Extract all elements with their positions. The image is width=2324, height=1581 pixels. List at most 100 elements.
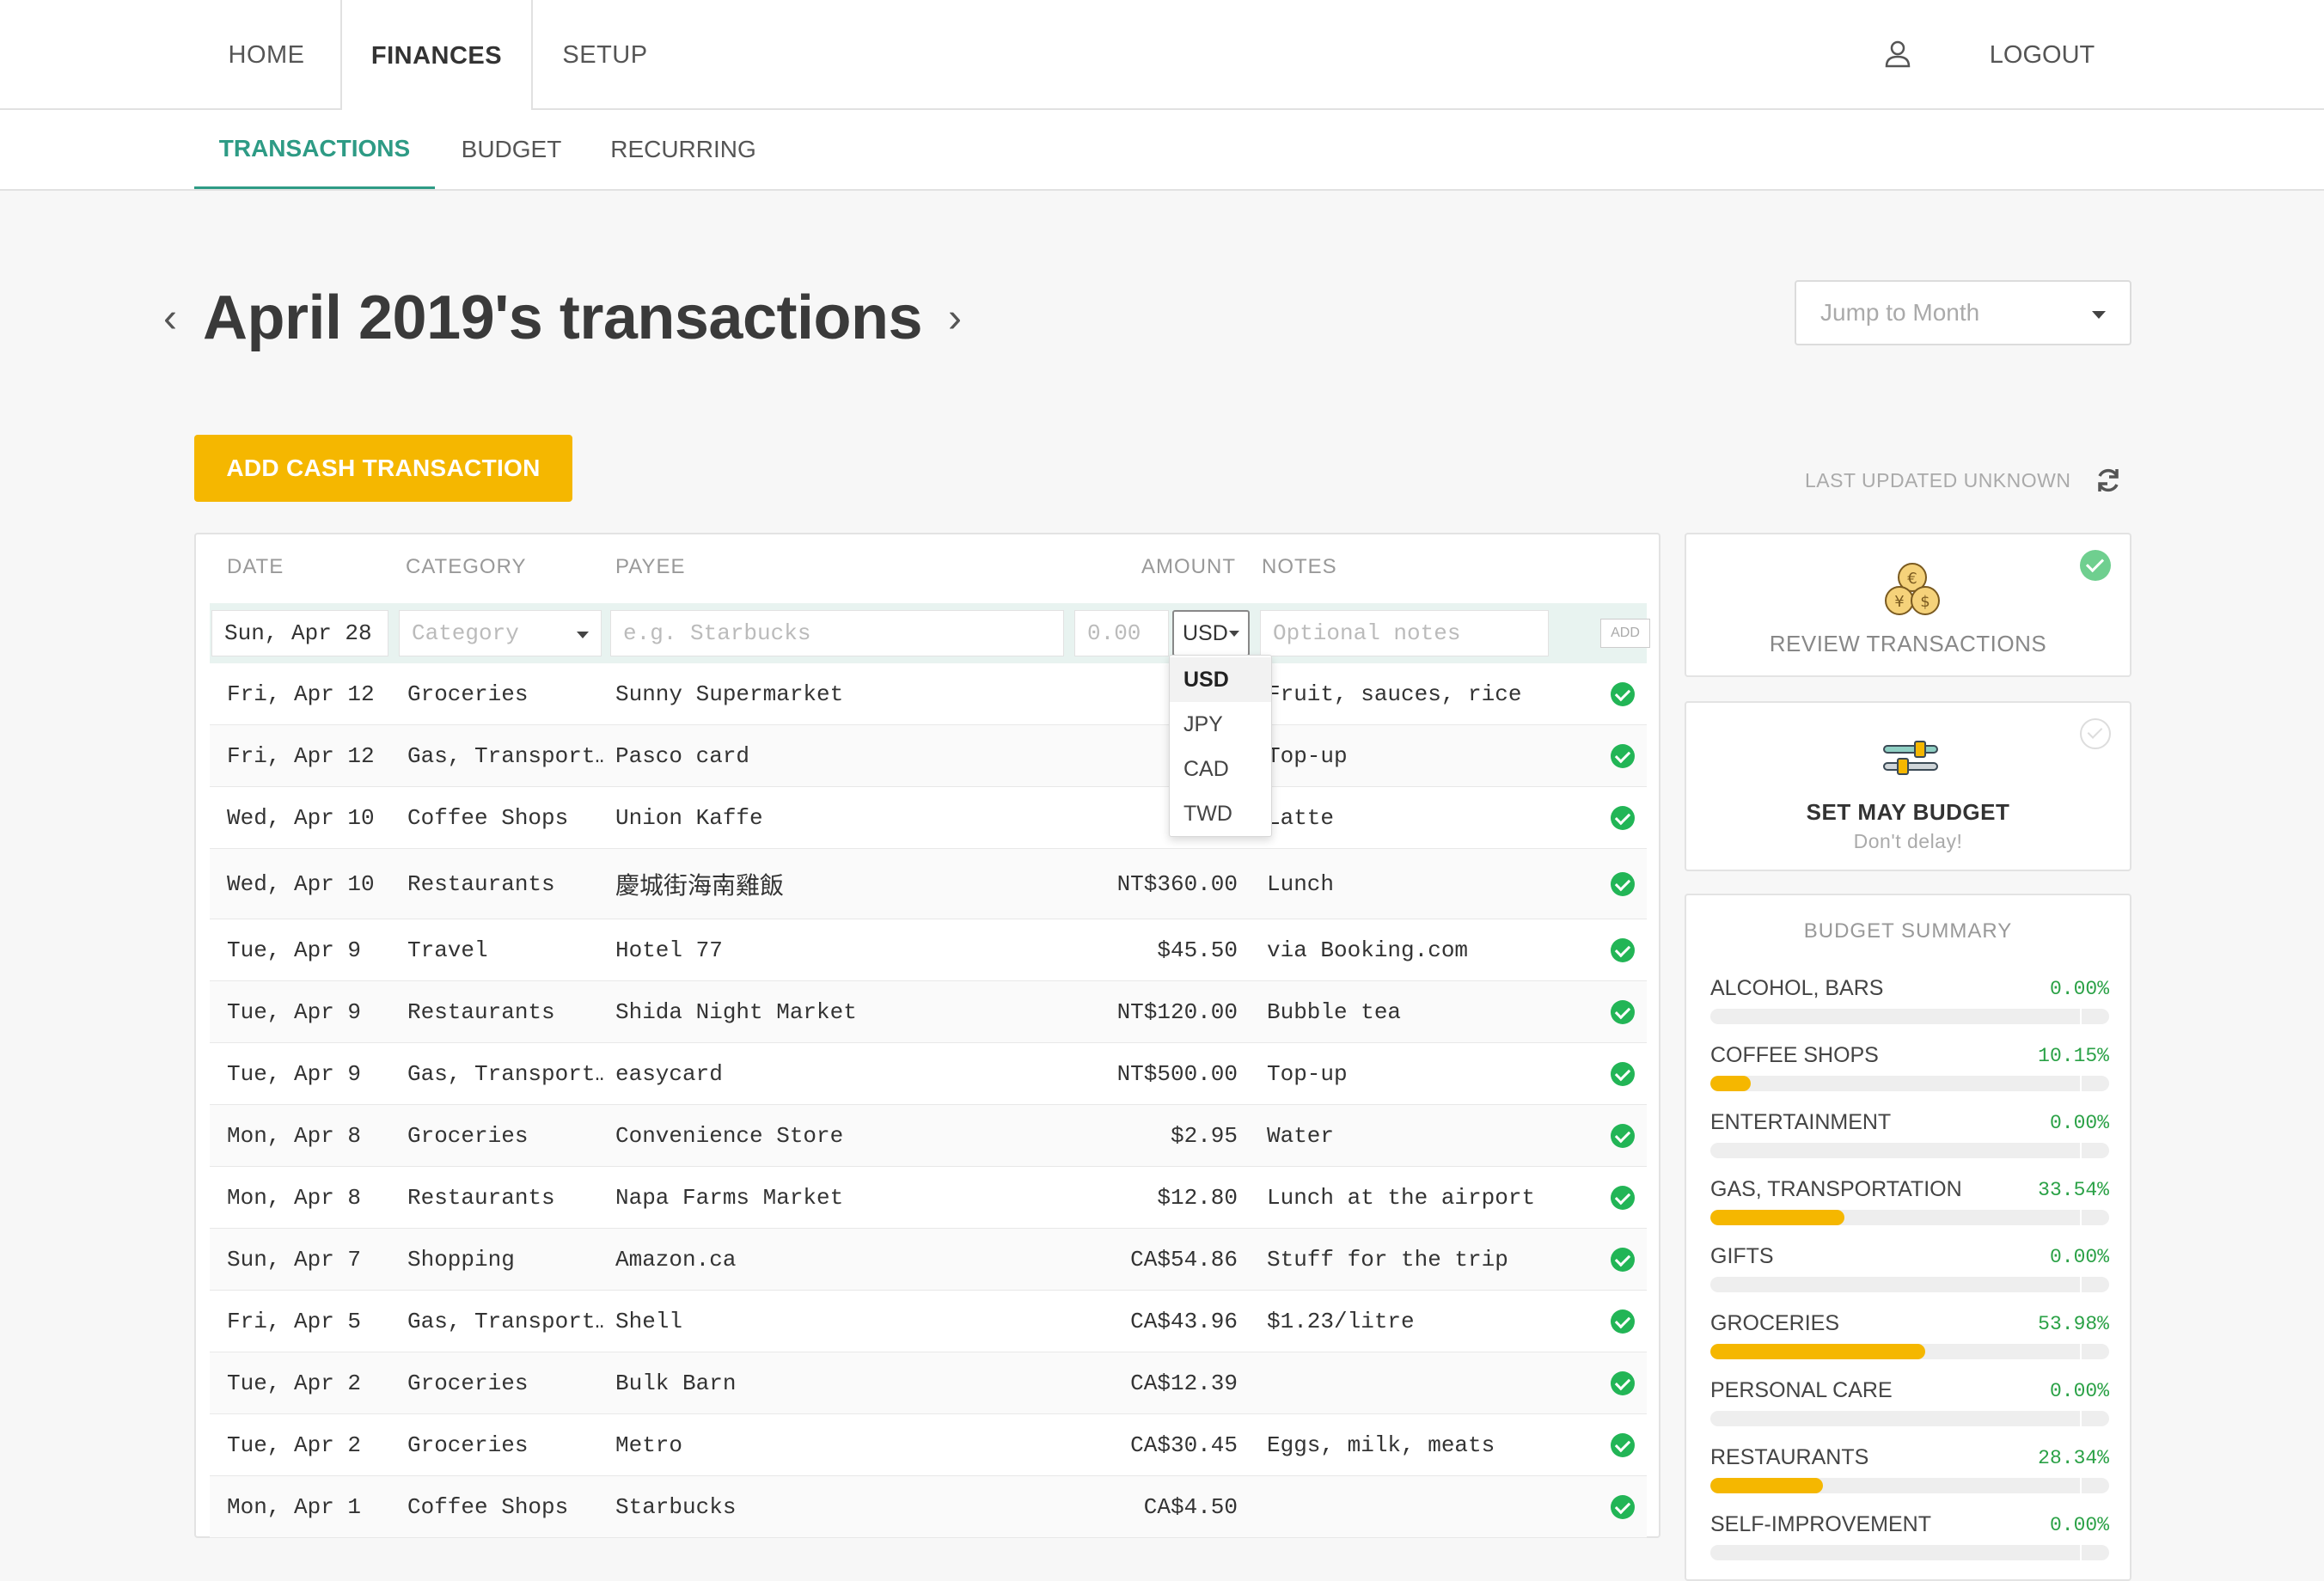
category-cell: Groceries (407, 1431, 529, 1458)
budget-summary-item: ALCOHOL, BARS 0.00% (1710, 976, 2109, 1043)
check-circle-icon (1611, 743, 1635, 768)
reviewed-check-icon[interactable] (1611, 1105, 1636, 1166)
user-icon[interactable] (1882, 38, 1913, 69)
category-cell: Shopping (407, 1246, 515, 1273)
transaction-list: Fri, Apr 12 Groceries Sunny Supermarket Fru… (210, 663, 1647, 1538)
date-cell: Tue, Apr 2 (227, 1431, 362, 1458)
currency-option-cad[interactable]: CAD (1170, 747, 1271, 791)
notes-cell: Fruit, sauces, rice (1267, 681, 1522, 707)
budget-category-percent: 0.00% (2049, 978, 2109, 1000)
table-row[interactable]: Fri, Apr 12 Groceries Sunny Supermarket Fru… (210, 663, 1647, 725)
check-circle-icon (1611, 999, 1635, 1024)
currency-select[interactable]: USD (1172, 610, 1250, 656)
set-budget-card[interactable]: SET MAY BUDGET Don't delay! (1685, 701, 2131, 871)
refresh-icon[interactable] (2094, 466, 2123, 495)
table-row[interactable]: Sun, Apr 7 Shopping Amazon.ca CA$54.86 Stuff… (210, 1229, 1647, 1291)
reviewed-check-icon[interactable] (1611, 1043, 1636, 1104)
currency-option-usd[interactable]: USD (1170, 657, 1271, 702)
budget-summary-card: BUDGET SUMMARY ALCOHOL, BARS 0.00% COFFEE … (1685, 894, 2131, 1581)
reviewed-check-icon[interactable] (1611, 1476, 1636, 1537)
set-budget-title: SET MAY BUDGET (1806, 799, 2010, 825)
coins-icon: € ¥ $ (1885, 563, 1940, 615)
amount-cell: NT$360.00 (1116, 870, 1238, 897)
reviewed-check-icon[interactable] (1611, 1352, 1636, 1413)
table-row[interactable]: Mon, Apr 1 Coffee Shops Starbucks CA$4.50 (210, 1476, 1647, 1538)
nav-tab-setup[interactable]: SETUP (535, 0, 676, 110)
logout-link[interactable]: LOGOUT (1973, 0, 2111, 110)
nav-tab-home[interactable]: HOME (196, 0, 337, 110)
subnav-tab-transactions[interactable]: TRANSACTIONS (194, 110, 435, 189)
caret-down-icon (577, 632, 589, 638)
date-input[interactable]: Sun, Apr 28 (211, 610, 388, 656)
table-row[interactable]: Mon, Apr 8 Groceries Convenience Store $2.9… (210, 1105, 1647, 1167)
reviewed-check-icon[interactable] (1611, 1167, 1636, 1228)
currency-option-twd[interactable]: TWD (1170, 791, 1271, 836)
add-row-button[interactable]: ADD (1600, 619, 1650, 648)
date-cell: Fri, Apr 5 (227, 1308, 362, 1334)
transactions-table: DATE CATEGORY PAYEE AMOUNT NOTES Sun, Ap… (194, 533, 1660, 1538)
add-cash-transaction-button[interactable]: ADD CASH TRANSACTION (194, 435, 572, 502)
check-circle-icon (1611, 1247, 1635, 1272)
budget-category-percent: 0.00% (2049, 1112, 2109, 1134)
table-row[interactable]: Tue, Apr 9 Travel Hotel 77 $45.50 via Bookin… (210, 919, 1647, 981)
amount-input[interactable]: 0.00 (1074, 610, 1169, 656)
subnav-tab-recurring[interactable]: RECURRING (602, 110, 765, 189)
amount-cell: CA$43.96 (1130, 1308, 1238, 1334)
reviewed-check-icon[interactable] (1611, 981, 1636, 1042)
amount-cell: $45.50 (1157, 937, 1238, 963)
nav-tab-finances[interactable]: FINANCES (340, 0, 533, 112)
chevron-left-icon[interactable]: ‹ (146, 295, 194, 342)
table-row[interactable]: Wed, Apr 10 Restaurants 慶城街海南雞飯 NT$360.00 Lu… (210, 849, 1647, 919)
budget-limit-marker (2080, 1143, 2082, 1158)
category-select[interactable]: Category (399, 610, 602, 656)
review-transactions-title: REVIEW TRANSACTIONS (1769, 631, 2047, 656)
subnav-tab-budget[interactable]: BUDGET (447, 110, 576, 189)
notes-input[interactable]: Optional notes (1260, 610, 1549, 656)
notes-cell: Lunch at the airport (1267, 1184, 1536, 1211)
reviewed-check-icon[interactable] (1611, 849, 1636, 919)
budget-category-name: PERSONAL CARE (1710, 1378, 1893, 1402)
check-circle-icon (1611, 1370, 1635, 1395)
reviewed-check-icon[interactable] (1611, 1291, 1636, 1352)
reviewed-check-icon[interactable] (1611, 787, 1636, 848)
table-row[interactable]: Wed, Apr 10Coffee ShopsUnion KaffeNT$Lat… (210, 787, 1647, 849)
budget-category-percent: 33.54% (2038, 1179, 2109, 1201)
notes-cell: Bubble tea (1267, 998, 1402, 1025)
budget-category-name: GAS, TRANSPORTATION (1710, 1177, 1962, 1201)
reviewed-check-icon[interactable] (1611, 1414, 1636, 1475)
table-row[interactable]: Fri, Apr 5 Gas, Transport… Shell CA$43.96 $1… (210, 1291, 1647, 1352)
budget-limit-marker (2080, 1478, 2082, 1493)
category-cell: Gas, Transport… (407, 1060, 603, 1087)
svg-text:¥: ¥ (1894, 593, 1904, 611)
jump-to-month-select[interactable]: Jump to Month (1795, 280, 2131, 345)
check-circle-icon (1611, 805, 1635, 830)
currency-option-jpy[interactable]: JPY (1170, 702, 1271, 747)
table-header: DATE CATEGORY PAYEE AMOUNT NOTES (196, 534, 1659, 603)
table-row[interactable]: Tue, Apr 9 Gas, Transport… easycard NT$500.… (210, 1043, 1647, 1105)
table-row[interactable]: Tue, Apr 2 Groceries Metro CA$30.45 Eggs, mi… (210, 1414, 1647, 1476)
reviewed-check-icon[interactable] (1611, 919, 1636, 980)
budget-category-percent: 53.98% (2038, 1313, 2109, 1335)
currency-value: USD (1183, 620, 1228, 645)
chevron-right-icon[interactable]: › (931, 295, 979, 342)
table-row[interactable]: Tue, Apr 2 Groceries Bulk Barn CA$12.39 (210, 1352, 1647, 1414)
payee-cell: Bulk Barn (615, 1370, 737, 1396)
payee-input[interactable]: e.g. Starbucks (610, 610, 1064, 656)
budget-summary-item: RESTAURANTS 28.34% (1710, 1445, 2109, 1512)
category-cell: Travel (407, 937, 488, 963)
review-transactions-card[interactable]: € ¥ $ REVIEW TRANSACTIONS (1685, 533, 2131, 677)
caret-down-icon (1229, 631, 1239, 637)
reviewed-check-icon[interactable] (1611, 1229, 1636, 1290)
budget-progress-fill (1710, 1344, 1926, 1359)
budget-category-percent: 0.00% (2049, 1380, 2109, 1402)
budget-category-name: COFFEE SHOPS (1710, 1043, 1879, 1067)
reviewed-check-icon[interactable] (1611, 725, 1636, 786)
table-row[interactable]: Mon, Apr 8 Restaurants Napa Farms Market $1… (210, 1167, 1647, 1229)
reviewed-check-icon[interactable] (1611, 663, 1636, 724)
column-header-payee: PAYEE (615, 555, 686, 578)
notes-cell: Water (1267, 1122, 1335, 1149)
table-row[interactable]: Fri, Apr 12 Gas, Transport… Pasco card Top-… (210, 725, 1647, 787)
table-row[interactable]: Tue, Apr 9 Restaurants Shida Night Market N… (210, 981, 1647, 1043)
date-cell: Tue, Apr 9 (227, 937, 362, 963)
payee-cell: Starbucks (615, 1493, 737, 1520)
